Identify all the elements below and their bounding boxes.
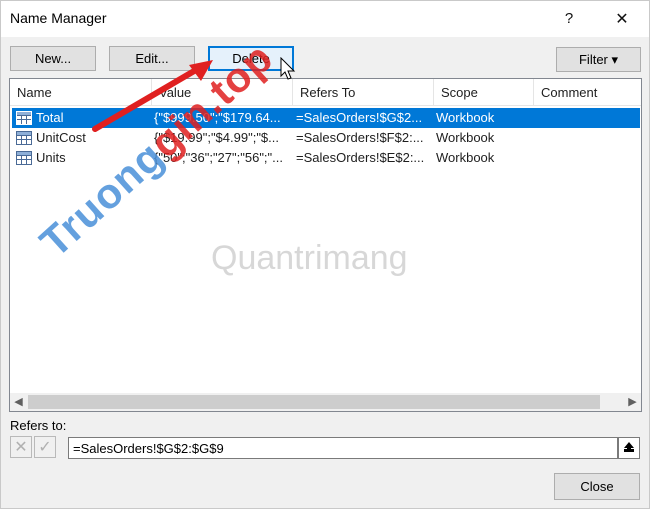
column-header-comment[interactable]: Comment	[534, 79, 641, 106]
row-scope: Workbook	[436, 110, 495, 125]
row-refers-to: =SalesOrders!$F$2:...	[296, 130, 424, 145]
refers-to-label: Refers to:	[10, 418, 67, 433]
red-arrow-annotation-icon	[92, 60, 213, 132]
confirm-edit-icon[interactable]: ✓	[34, 436, 56, 458]
horizontal-scrollbar[interactable]: ◀ ▶	[10, 393, 641, 411]
cancel-edit-icon[interactable]: ✕	[10, 436, 32, 458]
row-refers-to: =SalesOrders!$G$2...	[296, 110, 423, 125]
help-button[interactable]: ?	[554, 4, 584, 34]
row-scope: Workbook	[436, 150, 495, 165]
scrollbar-thumb[interactable]	[28, 395, 600, 409]
row-scope: Workbook	[436, 130, 495, 145]
close-button[interactable]: Close	[554, 473, 640, 500]
mouse-cursor-icon	[280, 57, 296, 80]
scroll-left-icon[interactable]: ◀	[10, 393, 27, 411]
watermark-quantrimang: Quantrimang	[211, 239, 408, 277]
refers-to-input[interactable]	[68, 437, 618, 459]
dialog-title: Name Manager	[10, 10, 107, 26]
new-button[interactable]: New...	[10, 46, 96, 71]
row-refers-to: =SalesOrders!$E$2:...	[296, 150, 425, 165]
scroll-right-icon[interactable]: ▶	[624, 393, 641, 411]
column-header-refers-to[interactable]: Refers To	[293, 79, 434, 106]
collapse-dialog-icon[interactable]	[618, 437, 640, 459]
filter-button[interactable]: Filter ▾	[556, 47, 641, 72]
close-icon[interactable]: ✕	[599, 4, 645, 34]
column-header-scope[interactable]: Scope	[434, 79, 534, 106]
title-bar: Name Manager ? ✕	[1, 1, 649, 37]
name-manager-dialog: Name Manager ? ✕ New... Edit... Delete F…	[0, 0, 650, 509]
